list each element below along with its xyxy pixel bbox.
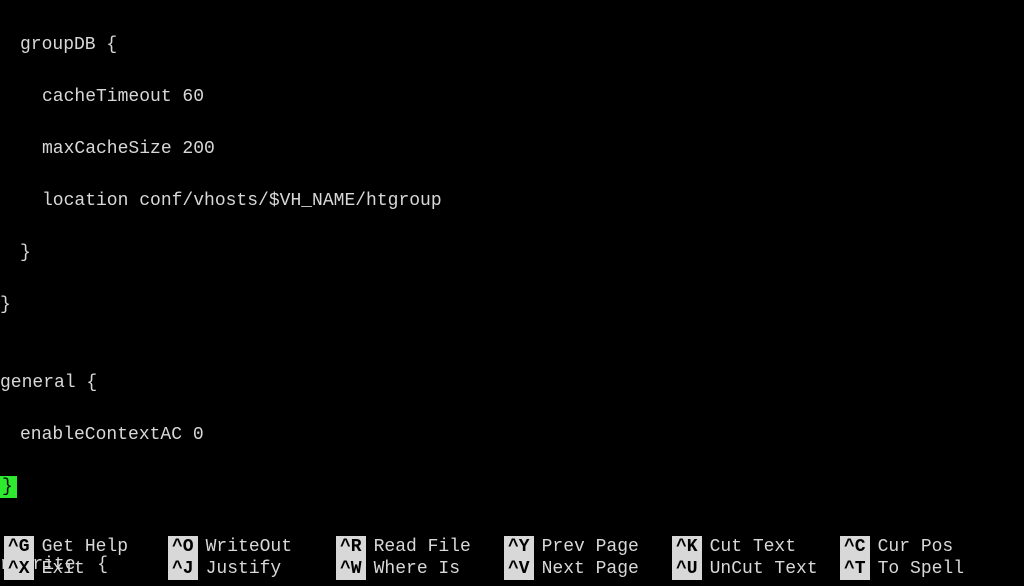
code-line: } <box>0 240 1024 266</box>
shortcut-row-1: ^GGet Help ^OWriteOut ^RRead File ^YPrev… <box>0 536 1024 558</box>
shortcut-to-spell[interactable]: ^TTo Spell <box>840 558 1008 580</box>
shortcut-row-2: ^XExit ^JJustify ^WWhere Is ^VNext Page … <box>0 558 1024 580</box>
code-line: general { <box>0 370 1024 396</box>
shortcut-exit[interactable]: ^XExit <box>0 558 168 580</box>
shortcut-cut-text[interactable]: ^KCut Text <box>672 536 840 558</box>
code-line: } <box>0 292 1024 318</box>
code-line: cacheTimeout 60 <box>0 84 1024 110</box>
shortcut-bar: ^GGet Help ^OWriteOut ^RRead File ^YPrev… <box>0 536 1024 580</box>
shortcut-writeout[interactable]: ^OWriteOut <box>168 536 336 558</box>
code-line: maxCacheSize 200 <box>0 136 1024 162</box>
shortcut-prev-page[interactable]: ^YPrev Page <box>504 536 672 558</box>
shortcut-get-help[interactable]: ^GGet Help <box>0 536 168 558</box>
shortcut-next-page[interactable]: ^VNext Page <box>504 558 672 580</box>
code-line: enableContextAC 0 <box>0 422 1024 448</box>
cursor-position: } <box>0 474 1024 500</box>
shortcut-read-file[interactable]: ^RRead File <box>336 536 504 558</box>
shortcut-cur-pos[interactable]: ^CCur Pos <box>840 536 1008 558</box>
shortcut-justify[interactable]: ^JJustify <box>168 558 336 580</box>
editor-content[interactable]: groupDB { cacheTimeout 60 maxCacheSize 2… <box>0 0 1024 586</box>
code-line: location conf/vhosts/$VH_NAME/htgroup <box>0 188 1024 214</box>
shortcut-where-is[interactable]: ^WWhere Is <box>336 558 504 580</box>
shortcut-uncut-text[interactable]: ^UUnCut Text <box>672 558 840 580</box>
code-line: groupDB { <box>0 32 1024 58</box>
